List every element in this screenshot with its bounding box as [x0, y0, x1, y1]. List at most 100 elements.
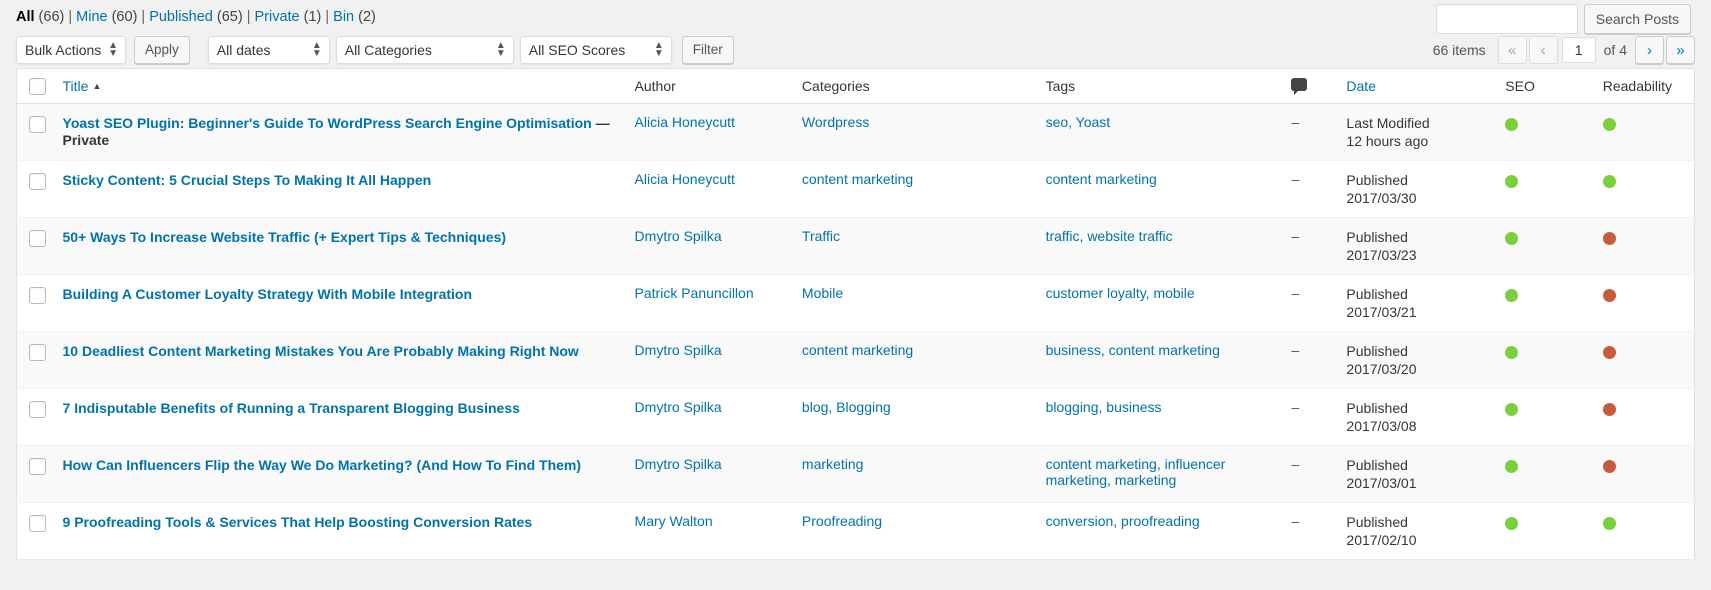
row-select-cell	[16, 160, 53, 218]
post-tag-link[interactable]: blogging, business	[1046, 399, 1162, 415]
post-author-link[interactable]: Alicia Honeycutt	[635, 171, 735, 187]
post-author-cell: Dmytro Spilka	[624, 217, 792, 275]
search-input[interactable]	[1435, 4, 1578, 34]
post-category-link[interactable]: Mobile	[802, 285, 843, 301]
view-link-published[interactable]: Published	[149, 9, 213, 25]
post-tags-cell: conversion, proofreading	[1035, 502, 1282, 559]
view-link-bin[interactable]: Bin	[333, 9, 354, 25]
table-body: Yoast SEO Plugin: Beginner's Guide To Wo…	[16, 103, 1695, 559]
post-tag-link[interactable]: customer loyalty, mobile	[1046, 285, 1195, 301]
post-category-link[interactable]: Proofreading	[802, 513, 882, 529]
column-header-seo: SEO	[1495, 68, 1593, 104]
seo-score-dot-good	[1505, 345, 1519, 359]
row-select-checkbox[interactable]	[29, 458, 46, 475]
post-tag-link[interactable]: traffic, website traffic	[1046, 228, 1173, 244]
post-date-status: Published	[1346, 400, 1408, 416]
row-select-checkbox[interactable]	[29, 287, 46, 304]
row-select-checkbox[interactable]	[29, 230, 46, 247]
select-all-checkbox[interactable]	[29, 78, 46, 95]
bulk-actions-select[interactable]: Bulk Actions ▲ ▼	[16, 36, 126, 64]
view-link-private[interactable]: Private	[254, 9, 299, 25]
view-count-mine: (60)	[107, 9, 138, 25]
post-comments-count: –	[1291, 171, 1300, 187]
table-row: Sticky Content: 5 Crucial Steps To Makin…	[16, 160, 1695, 218]
post-title-link[interactable]: Building A Customer Loyalty Strategy Wit…	[63, 286, 473, 302]
post-category-link[interactable]: marketing	[802, 456, 863, 472]
seo-score-dot-good	[1505, 231, 1519, 245]
readability-score-dot-good	[1602, 174, 1616, 188]
post-author-link[interactable]: Dmytro Spilka	[635, 456, 722, 472]
row-select-checkbox[interactable]	[29, 344, 46, 361]
post-title-link[interactable]: 9 Proofreading Tools & Services That Hel…	[63, 514, 533, 530]
view-link-mine[interactable]: Mine	[76, 9, 107, 25]
view-separator: |	[246, 9, 251, 25]
last-page-button[interactable]: »	[1666, 36, 1695, 64]
post-author-link[interactable]: Mary Walton	[635, 513, 713, 529]
post-tag-link[interactable]: content marketing, influencer marketing,…	[1046, 456, 1226, 488]
post-tag-link[interactable]: content marketing	[1046, 171, 1157, 187]
first-page-button[interactable]: «	[1497, 36, 1527, 64]
post-categories-cell: Mobile	[791, 274, 1036, 332]
post-tag-link[interactable]: seo, Yoast	[1046, 114, 1111, 130]
filter-button[interactable]: Filter	[681, 36, 734, 64]
post-date-value: 2017/03/20	[1346, 361, 1417, 377]
post-author-cell: Dmytro Spilka	[624, 445, 792, 503]
post-title-link[interactable]: Sticky Content: 5 Crucial Steps To Makin…	[63, 172, 432, 188]
post-tags-cell: business, content marketing	[1035, 331, 1282, 389]
column-header-comments[interactable]	[1281, 68, 1337, 104]
post-author-link[interactable]: Dmytro Spilka	[635, 342, 722, 358]
post-author-link[interactable]: Alicia Honeycutt	[635, 114, 735, 130]
seo-score-dot-good	[1505, 174, 1519, 188]
post-readability-score-cell	[1592, 274, 1695, 332]
post-date: Published 2017/03/23	[1346, 228, 1485, 264]
row-select-checkbox[interactable]	[29, 116, 46, 133]
table-nav-top: Bulk Actions ▲ ▼ Apply All dates ▲ ▼ All C…	[0, 32, 1711, 68]
post-author-link[interactable]: Patrick Panuncillon	[635, 285, 754, 301]
post-title-link[interactable]: Yoast SEO Plugin: Beginner's Guide To Wo…	[63, 115, 592, 131]
post-readability-score-cell	[1592, 445, 1695, 503]
row-select-checkbox[interactable]	[29, 401, 46, 418]
post-category-link[interactable]: Traffic	[802, 228, 840, 244]
seo-score-dot-good	[1505, 516, 1519, 530]
current-page-input[interactable]: 1	[1561, 37, 1596, 63]
post-title-link[interactable]: 50+ Ways To Increase Website Traffic (+ …	[63, 229, 506, 245]
post-date-status: Published	[1346, 286, 1408, 302]
column-header-title-label[interactable]: Title	[63, 78, 89, 94]
chevron-updown-icon: ▲ ▼	[108, 40, 118, 59]
column-header-title[interactable]: Title ▲	[52, 68, 625, 104]
column-header-date-label[interactable]: Date	[1346, 78, 1376, 94]
post-date-cell: Published 2017/03/20	[1336, 331, 1496, 389]
row-select-checkbox[interactable]	[29, 173, 46, 190]
view-separator: |	[325, 9, 330, 25]
post-author-cell: Mary Walton	[624, 502, 792, 559]
post-title-link[interactable]: 10 Deadliest Content Marketing Mistakes …	[63, 343, 579, 359]
categories-filter-select[interactable]: All Categories ▲ ▼	[335, 36, 514, 64]
post-categories-cell: Proofreading	[791, 502, 1036, 559]
post-title-cell: 9 Proofreading Tools & Services That Hel…	[52, 502, 625, 559]
readability-score-dot-good	[1602, 516, 1616, 530]
search-box: Search Posts	[1435, 4, 1691, 34]
prev-page-button[interactable]: ‹	[1528, 36, 1558, 64]
seo-scores-filter-select[interactable]: All SEO Scores ▲ ▼	[519, 36, 672, 64]
search-posts-button[interactable]: Search Posts	[1583, 4, 1691, 34]
post-title-link[interactable]: How Can Influencers Flip the Way We Do M…	[63, 457, 582, 473]
dates-filter-select[interactable]: All dates ▲ ▼	[207, 36, 330, 64]
post-tags-cell: content marketing, influencer marketing,…	[1035, 445, 1282, 503]
column-header-categories-label: Categories	[801, 78, 870, 94]
apply-button[interactable]: Apply	[134, 36, 190, 64]
post-author-link[interactable]: Dmytro Spilka	[635, 399, 722, 415]
column-header-date[interactable]: Date	[1336, 68, 1496, 104]
post-title-link[interactable]: 7 Indisputable Benefits of Running a Tra…	[63, 400, 520, 416]
post-category-link[interactable]: blog, Blogging	[802, 399, 891, 415]
post-category-link[interactable]: content marketing	[802, 342, 913, 358]
post-author-link[interactable]: Dmytro Spilka	[635, 228, 722, 244]
next-page-button[interactable]: ›	[1635, 36, 1664, 64]
post-category-link[interactable]: Wordpress	[802, 114, 869, 130]
post-tag-link[interactable]: conversion, proofreading	[1046, 513, 1200, 529]
post-tag-link[interactable]: business, content marketing	[1046, 342, 1220, 358]
view-link-all[interactable]: All	[16, 9, 35, 25]
post-category-link[interactable]: content marketing	[802, 171, 913, 187]
row-select-checkbox[interactable]	[29, 515, 46, 532]
row-select-cell	[16, 331, 53, 389]
post-date-cell: Published 2017/03/23	[1336, 217, 1496, 275]
